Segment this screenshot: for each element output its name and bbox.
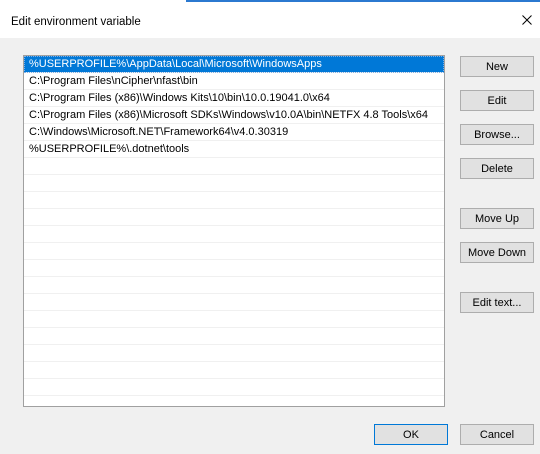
- move-up-button[interactable]: Move Up: [460, 208, 534, 229]
- empty-list-row[interactable]: [24, 277, 444, 294]
- empty-list-row[interactable]: [24, 362, 444, 379]
- path-list-item[interactable]: %USERPROFILE%\.dotnet\tools: [24, 141, 444, 158]
- empty-list-row[interactable]: [24, 243, 444, 260]
- empty-list-row[interactable]: [24, 175, 444, 192]
- empty-list-row[interactable]: [24, 345, 444, 362]
- empty-list-row[interactable]: [24, 294, 444, 311]
- ok-button[interactable]: OK: [374, 424, 448, 445]
- empty-list-row[interactable]: [24, 192, 444, 209]
- title-accent-line: [186, 0, 540, 2]
- edit-text-button[interactable]: Edit text...: [460, 292, 534, 313]
- path-list-item[interactable]: C:\Program Files\nCipher\nfast\bin: [24, 73, 444, 90]
- title-bar: Edit environment variable: [0, 0, 540, 38]
- edit-button[interactable]: Edit: [460, 90, 534, 111]
- browse-button[interactable]: Browse...: [460, 124, 534, 145]
- delete-button[interactable]: Delete: [460, 158, 534, 179]
- path-list-item[interactable]: %USERPROFILE%\AppData\Local\Microsoft\Wi…: [24, 56, 444, 73]
- window-title: Edit environment variable: [11, 16, 141, 28]
- dialog-body: %USERPROFILE%\AppData\Local\Microsoft\Wi…: [0, 38, 540, 454]
- new-button[interactable]: New: [460, 56, 534, 77]
- empty-list-row[interactable]: [24, 209, 444, 226]
- empty-list-row[interactable]: [24, 328, 444, 345]
- cancel-button[interactable]: Cancel: [460, 424, 534, 445]
- empty-list-row[interactable]: [24, 311, 444, 328]
- path-list[interactable]: %USERPROFILE%\AppData\Local\Microsoft\Wi…: [23, 55, 445, 407]
- path-list-item[interactable]: C:\Program Files (x86)\Microsoft SDKs\Wi…: [24, 107, 444, 124]
- path-list-item[interactable]: C:\Program Files (x86)\Windows Kits\10\b…: [24, 90, 444, 107]
- empty-list-row[interactable]: [24, 158, 444, 175]
- empty-list-row[interactable]: [24, 226, 444, 243]
- close-icon: [522, 14, 532, 28]
- empty-list-row[interactable]: [24, 379, 444, 396]
- move-down-button[interactable]: Move Down: [460, 242, 534, 263]
- path-list-item[interactable]: C:\Windows\Microsoft.NET\Framework64\v4.…: [24, 124, 444, 141]
- close-button[interactable]: [514, 8, 540, 34]
- empty-list-row[interactable]: [24, 260, 444, 277]
